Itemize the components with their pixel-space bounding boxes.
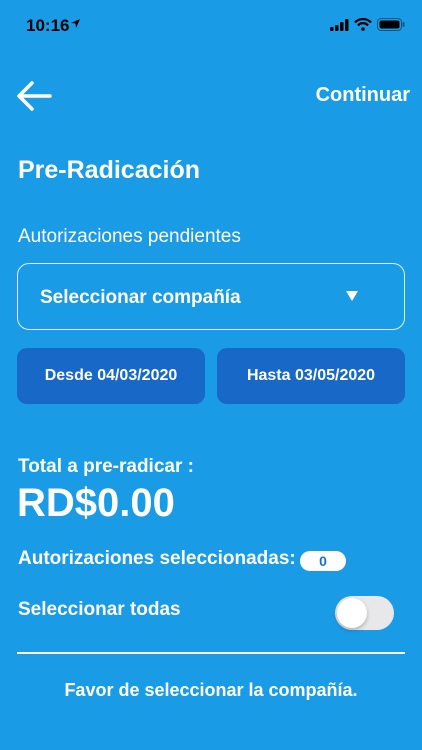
status-time: 10:16 <box>26 16 70 35</box>
battery-icon <box>377 18 405 31</box>
date-to-button[interactable]: Hasta 03/05/2020 <box>217 348 405 404</box>
section-label: Autorizaciones pendientes <box>18 226 241 247</box>
page-title: Pre-Radicación <box>18 156 201 184</box>
selected-count-badge: 0 <box>300 551 346 571</box>
total-label: Total a pre-radicar : <box>18 456 194 477</box>
wifi-icon <box>354 18 372 31</box>
back-arrow-icon <box>17 81 52 111</box>
divider <box>17 652 405 654</box>
total-value: RD$0.00 <box>17 481 175 525</box>
location-arrow-icon <box>71 19 80 28</box>
status-bar: 10:16 <box>0 0 422 50</box>
back-button[interactable] <box>14 78 54 114</box>
signal-icon <box>330 19 349 31</box>
selected-count-label: Autorizaciones seleccionadas: <box>18 548 296 569</box>
company-select-value: Seleccionar compañía <box>40 287 241 308</box>
company-select[interactable]: Seleccionar compañía <box>17 263 405 330</box>
footer-message: Favor de seleccionar la compañía. <box>64 680 358 700</box>
select-all-label: Seleccionar todas <box>18 599 181 620</box>
continue-button[interactable]: Continuar <box>316 84 410 107</box>
select-all-toggle[interactable] <box>335 596 394 630</box>
chevron-down-icon <box>346 291 358 301</box>
toggle-knob <box>337 598 367 628</box>
date-from-button[interactable]: Desde 04/03/2020 <box>17 348 205 404</box>
